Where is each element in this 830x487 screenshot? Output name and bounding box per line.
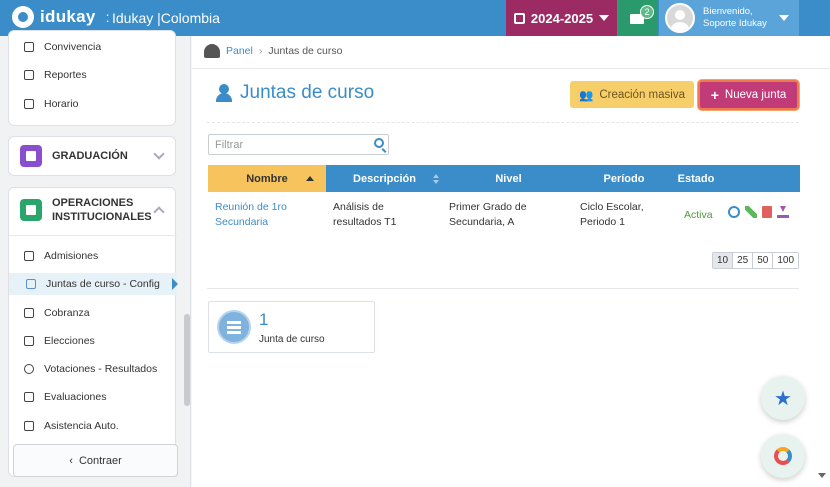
- cell-periodo: Ciclo Escolar, Periodo 1: [580, 201, 644, 228]
- brand-name: idukay: [40, 7, 96, 26]
- column-header-periodo[interactable]: Período: [574, 165, 674, 192]
- document-icon: [20, 145, 42, 167]
- sidebar-item-reportes[interactable]: Reportes: [24, 69, 87, 81]
- divider: [207, 288, 799, 289]
- group-icon: [26, 279, 36, 289]
- column-header-descripcion[interactable]: Descripción: [326, 165, 443, 192]
- collapse-sidebar-button[interactable]: ‹ Contraer: [13, 444, 178, 477]
- money-icon: [24, 308, 34, 318]
- zoom-icon[interactable]: [728, 206, 740, 218]
- sidebar-item-asistencia[interactable]: Asistencia Auto.: [24, 420, 119, 432]
- divider: [192, 68, 830, 69]
- page-scroll-down-icon[interactable]: [818, 473, 826, 478]
- sidebar-section-operaciones: [8, 187, 176, 477]
- list-icon: [24, 42, 34, 52]
- calendar-icon: [24, 99, 34, 109]
- user-greeting: Bienvenido,: [703, 6, 753, 17]
- column-header-nombre[interactable]: Nombre: [208, 165, 326, 192]
- page-size-100[interactable]: 100: [772, 253, 799, 268]
- breadcrumb: Panel › Juntas de curso: [204, 44, 343, 58]
- avatar: [665, 3, 695, 33]
- trash-icon[interactable]: [762, 206, 772, 218]
- cell-nivel: Primer Grado de Secundaria, A: [449, 201, 527, 228]
- chevron-left-icon: ‹: [69, 454, 73, 467]
- assistant-button[interactable]: [761, 434, 805, 478]
- clipboard-icon: [24, 392, 34, 402]
- chevron-down-icon: [779, 15, 789, 21]
- sidebar-item-cobranza[interactable]: Cobranza: [24, 307, 90, 319]
- edit-icon[interactable]: [745, 206, 757, 218]
- plus-icon: +: [710, 87, 719, 103]
- page-size-selector: 10 25 50 100: [712, 252, 800, 269]
- table-header: Nombre Descripción Nivel Período Estado: [208, 165, 800, 192]
- star-icon: ★: [774, 387, 792, 410]
- sidebar-item-elecciones[interactable]: Elecciones: [24, 335, 95, 347]
- breadcrumb-separator: ›: [258, 45, 263, 57]
- messages-button[interactable]: 2: [618, 0, 658, 36]
- sidebar-item-horario[interactable]: Horario: [24, 98, 78, 110]
- column-header-actions: [718, 165, 800, 192]
- page-size-50[interactable]: 50: [752, 253, 773, 268]
- messages-count-badge: 2: [640, 5, 654, 19]
- active-indicator-icon: [172, 278, 178, 290]
- section-graduacion-header[interactable]: GRADUACIÓN: [20, 145, 128, 167]
- sidebar-item-votaciones[interactable]: Votaciones - Resultados: [24, 363, 157, 375]
- summary-card: 1 Junta de curso: [208, 301, 375, 353]
- calendar-check-icon: [24, 421, 34, 431]
- chevron-down-icon: [599, 15, 610, 21]
- group-icon: [214, 84, 234, 102]
- download-icon[interactable]: [777, 206, 789, 218]
- new-meeting-button[interactable]: + Nueva junta: [698, 80, 799, 110]
- calendar-icon: [513, 12, 525, 24]
- favorites-button[interactable]: ★: [761, 376, 805, 420]
- list-icon: [217, 310, 251, 344]
- table-row: Reunión de 1ro Secundaria Análisis de re…: [208, 196, 800, 236]
- school-year-selector[interactable]: 2024-2025: [506, 0, 617, 36]
- sidebar-item-evaluaciones[interactable]: Evaluaciones: [24, 391, 106, 403]
- list-box-icon: [20, 199, 42, 221]
- divider: [207, 122, 799, 123]
- search-icon[interactable]: [374, 138, 384, 148]
- school-year-label: 2024-2025: [530, 10, 594, 26]
- check-circle-icon: [24, 364, 34, 374]
- sidebar-item-admisiones[interactable]: Admisiones: [24, 250, 98, 262]
- summary-count: 1: [259, 310, 269, 329]
- sidebar: Convivencia Reportes Horario GRADUACIÓN …: [0, 30, 191, 487]
- column-header-nivel[interactable]: Nivel: [443, 165, 574, 192]
- column-header-estado[interactable]: Estado: [674, 165, 718, 192]
- row-actions: [728, 206, 789, 218]
- bulk-create-button[interactable]: 👥 Creación masiva: [570, 81, 694, 108]
- page-size-10[interactable]: 10: [713, 253, 733, 268]
- brand-separator: :: [105, 9, 110, 25]
- cell-estado: Activa: [684, 209, 713, 221]
- divider: [9, 235, 177, 236]
- user-menu[interactable]: Bienvenido, Soporte Idukay: [659, 0, 799, 36]
- user-plus-icon: [24, 251, 34, 261]
- breadcrumb-panel-link[interactable]: Panel: [226, 45, 253, 57]
- assistant-logo-icon: [774, 447, 792, 465]
- group-icon: 👥: [579, 89, 594, 102]
- chart-icon: [24, 70, 34, 80]
- main-content: Panel › Juntas de curso Juntas de curso …: [192, 36, 830, 487]
- logo[interactable]: idukay :: [12, 6, 110, 28]
- sort-asc-icon: [306, 176, 314, 181]
- breadcrumb-current: Juntas de curso: [268, 45, 343, 57]
- page-size-25[interactable]: 25: [732, 253, 753, 268]
- dashboard-icon: [204, 44, 220, 58]
- sidebar-item-juntas-config[interactable]: Juntas de curso - Config: [26, 278, 160, 290]
- vote-icon: [24, 336, 34, 346]
- idukay-logo-icon: [12, 6, 34, 28]
- cell-nombre[interactable]: Reunión de 1ro Secundaria: [215, 200, 305, 230]
- cell-descripcion: Análisis de resultados T1: [333, 201, 397, 228]
- section-operaciones-header[interactable]: OPERACIONES INSTITUCIONALES: [20, 196, 152, 224]
- page-title: Juntas de curso: [214, 82, 374, 104]
- sidebar-scrollbar[interactable]: [184, 314, 190, 406]
- filter-input[interactable]: Filtrar: [208, 134, 389, 155]
- summary-label: Junta de curso: [259, 334, 325, 345]
- school-name: Idukay |Colombia: [112, 10, 220, 26]
- user-name: Soporte Idukay: [703, 18, 767, 29]
- sidebar-item-convivencia[interactable]: Convivencia: [24, 41, 101, 53]
